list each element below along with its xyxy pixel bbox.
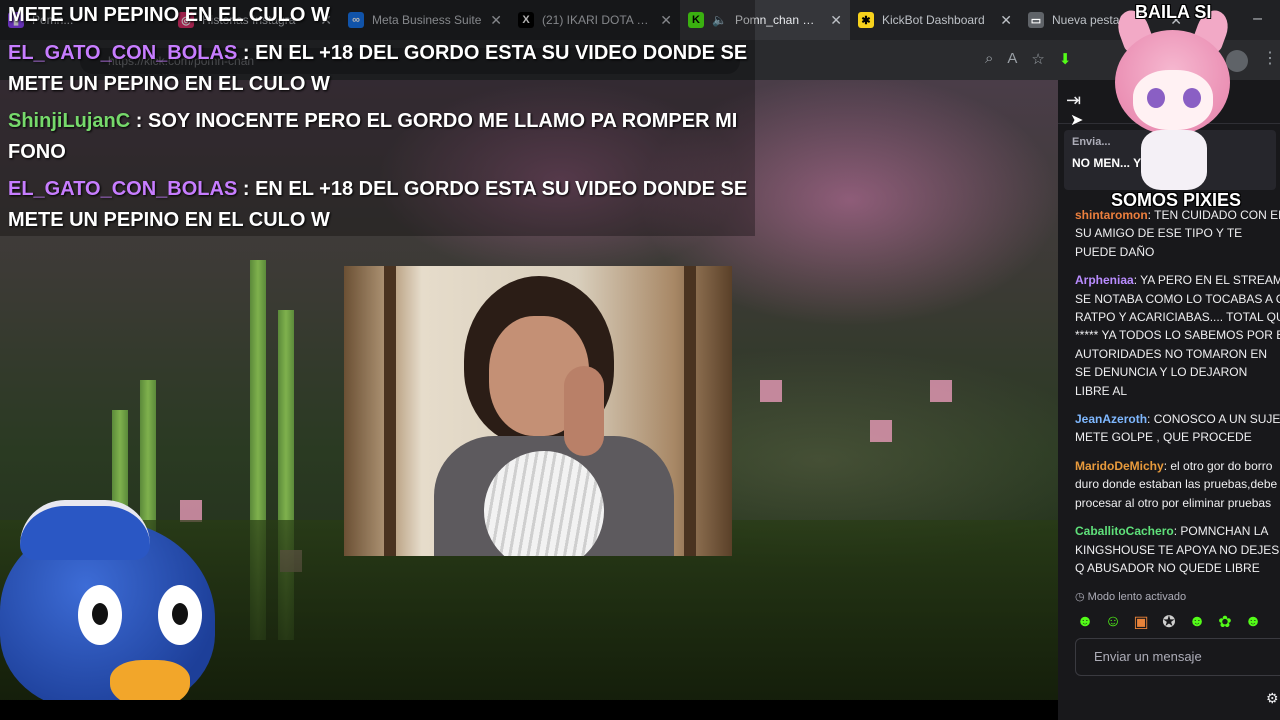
- kickbot-icon: ✱: [858, 12, 874, 28]
- address-bar-icons: ⌕ A ☆ ⬇: [985, 50, 1071, 68]
- chat-input[interactable]: Enviar un mensaje: [1075, 638, 1280, 676]
- emote-icon[interactable]: ✪: [1159, 612, 1179, 632]
- bird-eye: [78, 585, 122, 645]
- chat-username[interactable]: CaballitoCachero: [1075, 524, 1174, 538]
- chat-message: MaridoDeMichy: el otro gor do borro duro…: [1075, 458, 1278, 510]
- sticker-eye: [1183, 88, 1201, 108]
- shoji-frame: [684, 266, 696, 556]
- scene-flower: [760, 380, 782, 402]
- overlay-message: ShinjiLujanC : SOY INOCENTE PERO EL GORD…: [8, 110, 738, 163]
- blue-bird-mascot: [0, 500, 215, 710]
- chat-message-list: shintaromon: TEN CUIDADO CON EL SU AMIGO…: [1075, 206, 1280, 587]
- streamer-webcam: [344, 266, 732, 556]
- gear-icon[interactable]: ⚙: [1266, 690, 1279, 707]
- close-icon[interactable]: ✕: [830, 12, 842, 29]
- zoom-icon[interactable]: ⌕: [985, 50, 993, 68]
- sticker-bottom-text: SOMOS PIXIES: [1111, 190, 1242, 210]
- slow-mode-notice: ◷ Modo lento activado: [1075, 591, 1187, 603]
- shoji-frame: [384, 266, 396, 556]
- streamer-hand: [564, 366, 604, 456]
- chat-username[interactable]: JeanAzeroth: [1075, 412, 1147, 426]
- emote-icon[interactable]: ✿: [1215, 612, 1235, 632]
- sticker-top-text: BAILA SI: [1135, 2, 1212, 22]
- menu-icon[interactable]: ⋮: [1262, 48, 1278, 68]
- extension-icon[interactable]: ⬇: [1059, 50, 1072, 68]
- newtab-icon: ▭: [1028, 12, 1044, 28]
- chat-message: CaballitoCachero: POMNCHAN LA KINGSHOUSE…: [1075, 524, 1280, 575]
- sticker-body: [1141, 130, 1207, 190]
- collapse-chat-icon[interactable]: ⇥: [1066, 90, 1081, 111]
- tab-label: KickBot Dashboard: [882, 13, 985, 27]
- slow-mode-text: Modo lento activado: [1087, 591, 1187, 603]
- overlay-username: ShinjiLujanC: [8, 110, 131, 132]
- emote-icon[interactable]: ☻: [1243, 612, 1263, 632]
- read-aloud-icon[interactable]: A: [1007, 50, 1017, 68]
- anime-sticker: BAILA SI SOMOS PIXIES: [1105, 0, 1245, 215]
- chat-username[interactable]: MaridoDeMichy: [1075, 459, 1164, 473]
- scene-flower: [930, 380, 952, 402]
- sticker-face: [1133, 70, 1213, 130]
- overlay-message: EL_GATO_CON_BOLAS : EN EL +18 DEL GORDO …: [8, 178, 748, 231]
- scene-flower: [870, 420, 892, 442]
- star-icon[interactable]: ☆: [1031, 50, 1044, 68]
- overlay-message: EL_GATO_CON_BOLAS : EN EL +18 DEL GORDO …: [8, 42, 748, 95]
- bird-cap: [20, 500, 150, 560]
- sticker-eye: [1147, 88, 1165, 108]
- emote-icon[interactable]: ☺: [1103, 612, 1123, 632]
- overlay-username: EL_GATO_CON_BOLAS: [8, 178, 238, 200]
- tab-5[interactable]: ✱ KickBot Dashboard ✕: [850, 0, 1020, 40]
- player-bottom-bar: [0, 700, 1058, 720]
- stream-chat-overlay: METE UN PEPINO EN EL CULO W EL_GATO_CON_…: [0, 0, 755, 236]
- emote-icon[interactable]: ▣: [1131, 612, 1151, 632]
- emote-icon[interactable]: ☻: [1075, 612, 1095, 632]
- chat-username[interactable]: Arpheniaa: [1075, 273, 1134, 287]
- overlay-username: EL_GATO_CON_BOLAS: [8, 42, 238, 64]
- bird-pupil: [172, 603, 188, 625]
- bird-eye: [158, 585, 202, 645]
- minimize-button[interactable]: –: [1253, 10, 1262, 28]
- overlay-top-line: METE UN PEPINO EN EL CULO W: [8, 4, 330, 26]
- close-icon[interactable]: ✕: [1000, 12, 1012, 29]
- chat-text: YA PERO EN EL STREAM SE NOTABA COMO LO T…: [1075, 273, 1280, 398]
- mouse-cursor-icon: ➤: [1070, 112, 1084, 129]
- emote-bar: ☻ ☺ ▣ ✪ ☻ ✿ ☻: [1075, 612, 1263, 632]
- chat-message: JeanAzeroth: CONOSCO A UN SUJE METE GOLP…: [1075, 412, 1280, 445]
- emote-icon[interactable]: ☻: [1187, 612, 1207, 632]
- bird-pupil: [92, 603, 108, 625]
- chat-message: Arpheniaa: YA PERO EN EL STREAM SE NOTAB…: [1075, 271, 1280, 400]
